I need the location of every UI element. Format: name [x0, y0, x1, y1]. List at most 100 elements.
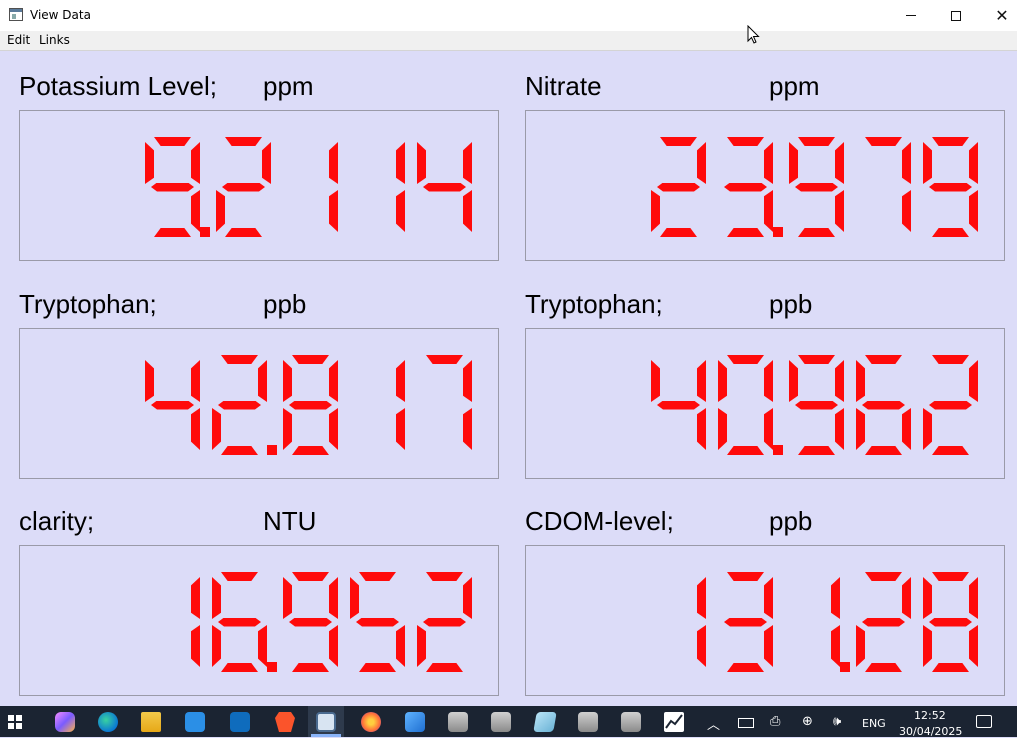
close-button[interactable]: ✕ — [979, 0, 1017, 31]
segment-e — [417, 625, 426, 667]
segment-f — [283, 360, 292, 402]
photos-icon[interactable] — [405, 712, 425, 732]
segment-d2 — [727, 228, 764, 237]
segment-b — [969, 577, 978, 619]
segment-e — [212, 408, 221, 450]
panel-name-clarity: clarity; — [19, 506, 95, 536]
segment-c — [902, 190, 911, 232]
network-globe-icon[interactable]: ⊕ — [802, 714, 813, 729]
segment-b — [969, 360, 978, 402]
segment-d2 — [292, 446, 329, 455]
segment-b — [831, 577, 840, 619]
seven-segment-digit — [651, 355, 706, 455]
readout-value-text: 131.28 — [639, 572, 640, 573]
maximize-icon — [951, 10, 961, 21]
segment-f — [145, 360, 154, 402]
segment-e — [923, 408, 932, 450]
store-icon[interactable] — [185, 712, 205, 732]
segment-b — [262, 142, 271, 184]
decimal-point-segment — [773, 227, 783, 237]
segment-b — [396, 142, 405, 184]
language-indicator[interactable]: ENG — [862, 717, 886, 730]
seven-segment-digit — [283, 572, 338, 672]
segment-c — [329, 190, 338, 232]
segment-b — [764, 360, 773, 402]
notepad-icon[interactable] — [533, 712, 557, 732]
segment-c — [969, 190, 978, 232]
segment-a — [798, 355, 835, 364]
segment-f — [283, 577, 292, 619]
readout-value-text: 23.979 — [639, 137, 640, 138]
network-drive-icon[interactable] — [578, 712, 598, 732]
segment-b — [697, 142, 706, 184]
seven-segment-digit — [145, 572, 200, 672]
panel-name-tryptophan-1: Tryptophan; — [19, 289, 157, 319]
menu-links[interactable]: Links — [39, 33, 70, 47]
menu-edit[interactable]: Edit — [7, 33, 30, 47]
seven-segment-digit — [651, 137, 706, 237]
seven-segment-digit — [283, 137, 338, 237]
segment-g — [795, 182, 838, 192]
segment-b — [697, 360, 706, 402]
maximize-button[interactable] — [933, 0, 979, 31]
panel-name-cdom: CDOM-level; — [525, 506, 674, 536]
clock-date[interactable]: 30/04/2025 — [899, 725, 962, 738]
network-drive-icon[interactable] — [491, 712, 511, 732]
seven-segment-digit — [350, 355, 405, 455]
segment-a — [865, 572, 902, 581]
segment-c — [764, 625, 773, 667]
file-explorer-icon[interactable] — [141, 712, 161, 732]
segment-a — [727, 572, 764, 581]
meet-now-icon[interactable]: ⎙ — [770, 714, 780, 729]
taskbar: ︿ ⎙ ⊕ 🕪 ENG 12:52 30/04/2025 — [0, 706, 1017, 738]
seven-segment-digit — [789, 137, 844, 237]
segment-e — [283, 408, 292, 450]
segment-display: 40.962 — [639, 355, 978, 455]
seven-segment-digit — [216, 137, 271, 237]
decimal-point — [267, 572, 277, 672]
chevron-up-icon[interactable]: ︿ — [707, 714, 720, 733]
minimize-button[interactable] — [888, 0, 934, 31]
segment-c — [396, 190, 405, 232]
segment-c — [835, 190, 844, 232]
segment-c — [191, 408, 200, 450]
segment-a — [932, 355, 969, 364]
seven-segment-digit — [856, 137, 911, 237]
segment-b — [463, 142, 472, 184]
network-drive-icon[interactable] — [448, 712, 468, 732]
segment-e — [856, 408, 865, 450]
segment-a — [221, 355, 258, 364]
brave-icon[interactable] — [275, 712, 295, 732]
segment-d2 — [727, 446, 764, 455]
close-icon: ✕ — [995, 5, 1009, 25]
copilot-icon[interactable] — [55, 712, 75, 732]
outlook-icon[interactable] — [230, 712, 250, 732]
windows-start-icon[interactable] — [8, 715, 22, 729]
clock-time[interactable]: 12:52 — [914, 709, 946, 722]
segment-b — [396, 360, 405, 402]
segment-a — [426, 572, 463, 581]
firefox-icon[interactable] — [361, 712, 381, 732]
segment-d2 — [727, 663, 764, 672]
segment-f — [789, 360, 798, 402]
segment-d2 — [865, 663, 902, 672]
seven-segment-digit — [923, 355, 978, 455]
seven-segment-digit — [212, 572, 267, 672]
seven-segment-digit — [417, 572, 472, 672]
segment-c — [697, 408, 706, 450]
edge-icon[interactable] — [98, 712, 118, 732]
seven-segment-digit — [789, 355, 844, 455]
segment-a — [292, 355, 329, 364]
segment-g — [929, 617, 972, 627]
view-data-app-icon[interactable] — [316, 712, 336, 732]
notification-icon[interactable] — [976, 715, 992, 728]
segment-g — [356, 617, 399, 627]
chart-app-icon[interactable] — [664, 712, 684, 732]
panel-unit-tryptophan-1: ppb — [263, 289, 307, 319]
battery-icon[interactable] — [738, 718, 754, 728]
volume-icon[interactable]: 🕪 — [833, 714, 841, 729]
segment-f — [651, 360, 660, 402]
network-drive-icon[interactable] — [621, 712, 641, 732]
segment-a — [221, 572, 258, 581]
segment-a — [426, 355, 463, 364]
